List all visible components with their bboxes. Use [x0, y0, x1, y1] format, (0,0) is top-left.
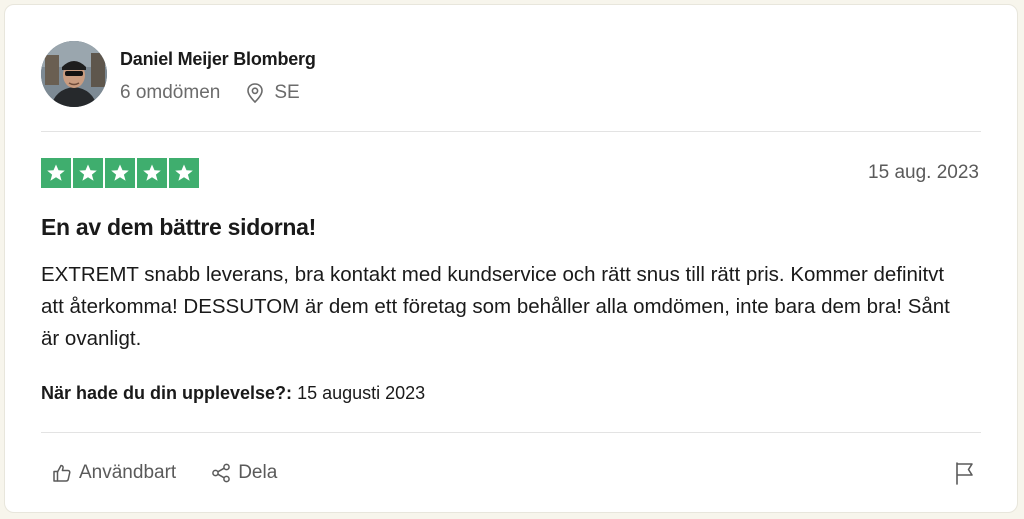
share-icon: [212, 463, 231, 483]
divider: [41, 131, 981, 132]
divider: [41, 432, 981, 433]
flag-icon: [956, 462, 973, 485]
review-actions: Användbart Dela: [51, 462, 277, 484]
reviewer-header: Daniel Meijer Blomberg 6 omdömen SE: [41, 41, 316, 107]
review-body: EXTREMT snabb leverans, bra kontakt med …: [41, 263, 950, 350]
review-card: Daniel Meijer Blomberg 6 omdömen SE 15 a…: [4, 4, 1018, 513]
review-count: 6 omdömen: [120, 81, 221, 103]
experience-date-row: När hade du din upplevelse?: 15 augusti …: [41, 383, 425, 404]
share-label: Dela: [238, 462, 278, 483]
useful-button[interactable]: Användbart: [51, 462, 176, 484]
experience-label: När hade du din upplevelse?:: [41, 383, 293, 403]
star-rating: [41, 158, 201, 188]
useful-label: Användbart: [79, 462, 177, 483]
review-title[interactable]: En av dem bättre sidorna!: [41, 214, 316, 241]
star-icon: [41, 158, 71, 188]
star-icon: [169, 158, 199, 188]
review-date: 15 aug. 2023: [868, 162, 979, 183]
share-button[interactable]: Dela: [210, 462, 277, 484]
thumbs-up-icon: [53, 464, 71, 482]
report-flag-button[interactable]: [953, 460, 977, 491]
star-icon: [73, 158, 103, 188]
reviewer-name[interactable]: Daniel Meijer Blomberg: [120, 49, 316, 70]
avatar[interactable]: [41, 41, 107, 107]
star-icon: [137, 158, 167, 188]
star-icon: [105, 158, 135, 188]
experience-date: 15 augusti 2023: [297, 383, 426, 403]
location-pin-icon: [244, 82, 266, 104]
reviewer-country: SE: [274, 81, 300, 103]
